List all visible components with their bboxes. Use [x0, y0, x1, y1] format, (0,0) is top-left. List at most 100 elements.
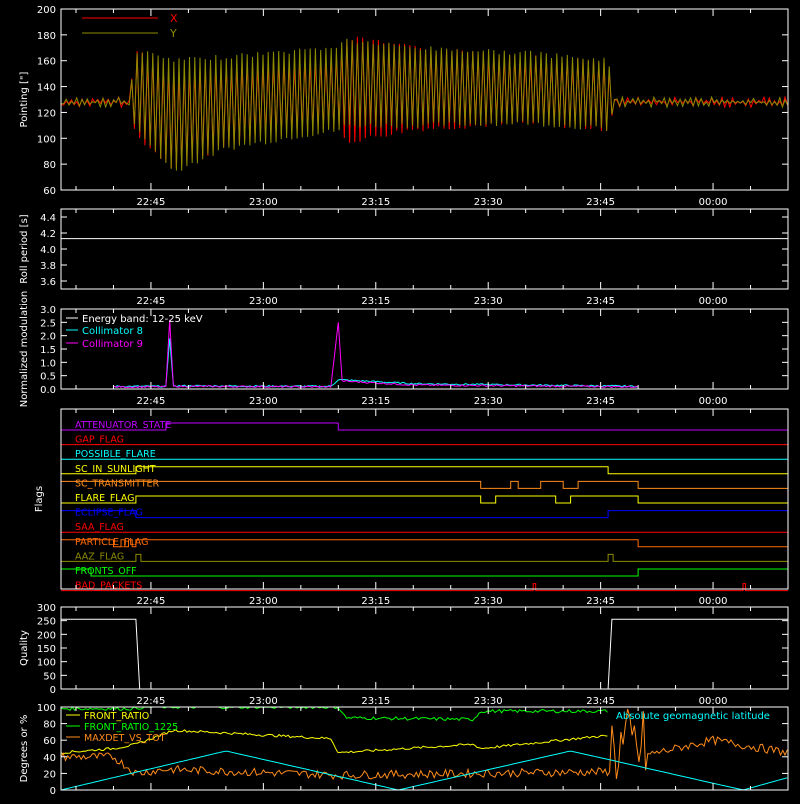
flag-label-sc-in-sunlight: SC_IN_SUNLIGHT [75, 464, 156, 475]
modulation-ytick-label: 0.0 [40, 385, 56, 396]
modulation-series-collimator-9 [113, 319, 639, 389]
pointing-ytick-label: 140 [37, 83, 56, 94]
flags-ylabel: Flags [34, 486, 45, 512]
flag-label-fronts-off: FRONTS_OFF [75, 566, 137, 577]
pointing-ytick-label: 60 [43, 186, 56, 197]
ratios-ytick-label: 100 [37, 703, 56, 714]
pointing-ylabel: Pointing ["] [19, 71, 30, 127]
multi-panel-chart: Pointing ["]608010012014016018020022:45 2… [19, 5, 789, 797]
pointing-legend-label-y: Y [169, 27, 177, 40]
flag-line-fronts-off [60, 568, 789, 577]
pointing-xtick-label: 22:45 [137, 197, 166, 208]
modulation-xtick-label: 22:45 [137, 396, 166, 407]
flag-label-saa-flag: SAA_FLAG [75, 522, 124, 533]
modulation-ytick-label: 3.0 [40, 305, 56, 316]
quality-ytick-label: 250 [37, 617, 56, 628]
quality-ytick-label: 200 [37, 630, 56, 641]
quality-xtick-label: 23:45 [586, 696, 615, 707]
ratios-legend-label: FRONT_RATIO_1225 [84, 722, 178, 733]
flag-line-eclipse-flag [60, 510, 789, 519]
flag-line-bad-packets [61, 583, 788, 592]
modulation-ylabel: Normalized modulation [19, 291, 30, 408]
modulation-xtick-label: 00:00 [699, 396, 728, 407]
ratios-ytick-label: 0 [50, 786, 56, 797]
ratios-legend-label: MAXDET_VS_TOT [84, 733, 166, 744]
roll-ytick-label: 4.4 [40, 213, 56, 224]
pointing-ytick-label: 160 [37, 57, 56, 68]
flags-xtick-label: 00:00 [699, 596, 728, 607]
roll-xtick-label: 23:45 [586, 296, 615, 307]
quality-ytick-label: 50 [43, 671, 56, 682]
modulation-ytick-label: 1.5 [40, 345, 56, 356]
pointing-ytick-label: 120 [37, 108, 56, 119]
flag-label-aaz-flag: AAZ_FLAG [75, 551, 124, 562]
pointing-ytick-label: 200 [37, 5, 56, 16]
roll-xtick-label: 23:15 [361, 296, 390, 307]
flag-label-gap-flag: GAP_FLAG [75, 435, 124, 446]
quality-xtick-label: 23:00 [249, 696, 278, 707]
flag-label-eclipse-flag: ECLIPSE_FLAG [75, 508, 143, 519]
pointing-ytick-label: 100 [37, 134, 56, 145]
quality-ytick-label: 150 [37, 644, 56, 655]
quality-xtick-label: 22:45 [137, 696, 166, 707]
modulation-xtick-label: 23:30 [474, 396, 503, 407]
ratios-legend-label-latitude: Absolute geomagnetic latitude [616, 711, 770, 722]
quality-xtick-label: 00:00 [699, 696, 728, 707]
flag-label-bad-packets: BAD_PACKETS [75, 581, 142, 592]
flag-label-flare-flag: FLARE_FLAG [75, 493, 135, 504]
flag-line-particle-flag [60, 539, 788, 548]
flags-xtick-label: 23:00 [249, 596, 278, 607]
quality-ytick-label: 300 [37, 603, 56, 614]
roll-ytick-label: 4.0 [40, 245, 56, 256]
flag-label-possible-flare: POSSIBLE_FLARE [75, 449, 156, 460]
flag-line-flare-flag [61, 495, 788, 504]
quality-ylabel: Quality [19, 630, 30, 666]
pointing-ytick-label: 180 [37, 31, 56, 42]
modulation-ytick-label: 2.5 [40, 318, 56, 329]
flag-label-attenuator-state: ATTENUATOR_STATE [75, 420, 171, 431]
modulation-ytick-label: 1.0 [40, 358, 56, 369]
roll-xtick-label: 23:30 [474, 296, 503, 307]
flags-xtick-label: 23:15 [361, 596, 390, 607]
pointing-xtick-label: 23:00 [249, 197, 278, 208]
chart-stage: Pointing ["] 60 80 100 120 140 160 180 200 22:45 2… [0, 0, 800, 800]
roll-xtick-label: 22:45 [137, 296, 166, 307]
ratios-ytick-label: 80 [43, 720, 56, 731]
modulation-xtick-label: 23:15 [361, 396, 390, 407]
modulation-ytick-label: 2.0 [40, 332, 56, 343]
flags-xtick-label: 23:30 [474, 596, 503, 607]
flags-xtick-label: 23:45 [586, 596, 615, 607]
quality-series [61, 618, 788, 690]
modulation-legend-title: Energy band: 12-25 keV [82, 314, 203, 325]
ratios-ylabel: Degrees or % [19, 715, 30, 783]
pointing-xtick-label: 00:00 [699, 197, 728, 208]
flags-frame [60, 408, 789, 590]
roll-frame [60, 208, 789, 290]
quality-ytick-label: 0 [50, 685, 56, 696]
quality-ytick-label: 100 [37, 658, 56, 669]
roll-xtick-label: 23:00 [249, 296, 278, 307]
roll-xtick-label: 00:00 [699, 296, 728, 307]
flag-line-aaz-flag [61, 553, 788, 562]
modulation-legend-label: Collimator 8 [82, 326, 143, 337]
pointing-xtick-label: 23:45 [586, 197, 615, 208]
roll-ytick-label: 4.2 [40, 229, 56, 240]
ratios-ytick-label: 20 [43, 769, 56, 780]
modulation-legend-label: Collimator 9 [82, 339, 143, 350]
roll-ytick-label: 3.6 [40, 277, 56, 288]
pointing-ytick-label: 80 [43, 160, 56, 171]
pointing-xtick-label: 23:15 [361, 197, 390, 208]
modulation-xtick-label: 23:45 [586, 396, 615, 407]
pointing-legend-label-x: X [170, 12, 178, 25]
roll-ytick-label: 3.8 [40, 261, 56, 272]
flag-line-sc-in-sunlight [61, 466, 788, 475]
ratios-series-absolute-geomagnetic-latitude [60, 750, 788, 791]
flag-line-sc-transmitter [60, 480, 788, 489]
modulation-xtick-label: 23:00 [249, 396, 278, 407]
ratios-legend-label: FRONT_RATIO [84, 711, 149, 722]
modulation-series-collimator-8 [113, 338, 639, 388]
quality-xtick-label: 23:30 [474, 696, 503, 707]
quality-xtick-label: 23:15 [361, 696, 390, 707]
flags-xtick-label: 22:45 [137, 596, 166, 607]
flag-label-sc-transmitter: SC_TRANSMITTER [75, 478, 160, 489]
